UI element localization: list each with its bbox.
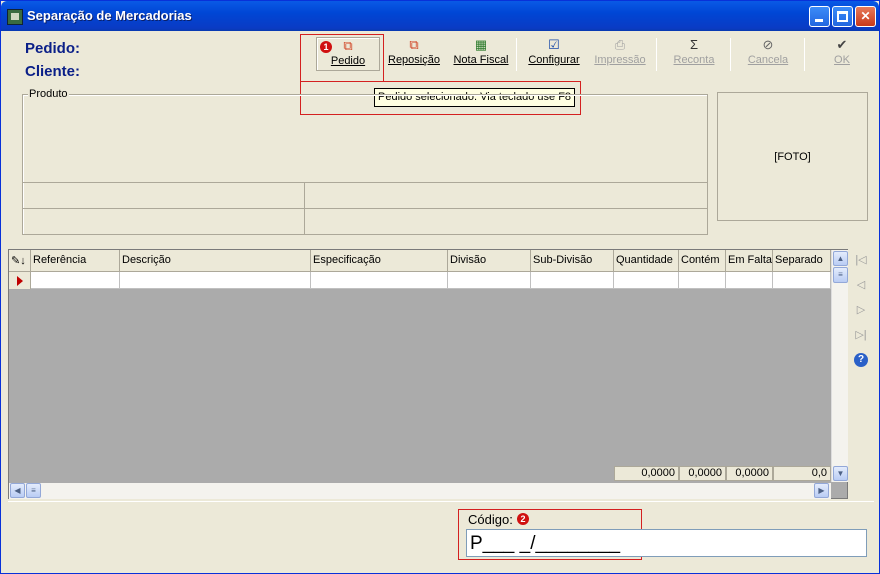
close-icon: ✕ — [860, 9, 871, 23]
nota-fiscal-button-label: Nota Fiscal — [453, 54, 509, 66]
total-contem: 0,0000 — [679, 466, 726, 481]
table-cell[interactable] — [120, 272, 311, 289]
main-window: Separação de Mercadorias ✕ Pedido: Clien… — [0, 0, 880, 574]
column-header[interactable]: Especificação — [311, 250, 448, 272]
maximize-icon — [837, 11, 848, 22]
column-header[interactable]: Descrição — [120, 250, 311, 272]
table-cell[interactable] — [773, 272, 831, 289]
minimize-button[interactable] — [809, 6, 830, 27]
help-icon[interactable]: ? — [854, 353, 868, 367]
codigo-label: Código: — [468, 512, 513, 527]
replenish-boxes-icon: ⧉ — [409, 37, 419, 52]
table-cell[interactable] — [311, 272, 448, 289]
horizontal-scrollbar[interactable]: ◀ ≡ ▶ — [9, 483, 831, 499]
divider — [304, 183, 305, 235]
reconta-button[interactable]: Σ Reconta — [666, 37, 722, 71]
reconta-button-label: Reconta — [673, 54, 715, 66]
scroll-right-icon[interactable]: ▶ — [814, 483, 829, 498]
table-cell[interactable] — [531, 272, 614, 289]
scroll-down-icon[interactable]: ▼ — [833, 466, 848, 481]
first-record-icon[interactable]: |◁ — [854, 253, 868, 267]
total-quantidade: 0,0000 — [614, 466, 679, 481]
total-separado: 0,0 — [773, 466, 831, 481]
column-header[interactable]: Em Falta — [726, 250, 773, 272]
table-cell[interactable] — [614, 272, 679, 289]
codigo-input[interactable]: P___ _/________ — [466, 529, 867, 557]
window-title: Separação de Mercadorias — [27, 8, 192, 23]
column-header[interactable]: Sub-Divisão — [531, 250, 614, 272]
column-header[interactable]: Quantidade — [614, 250, 679, 272]
table-cell[interactable] — [679, 272, 726, 289]
divider — [23, 208, 707, 209]
annotation-box-1-top — [300, 34, 384, 82]
configurar-button[interactable]: ☑ Configurar — [526, 37, 582, 71]
table-cell[interactable] — [726, 272, 773, 289]
title-bar[interactable]: Separação de Mercadorias ✕ — [1, 1, 879, 31]
cancela-button[interactable]: ⊘ Cancela — [740, 37, 796, 71]
maximize-button[interactable] — [832, 6, 853, 27]
cancel-icon: ⊘ — [762, 37, 774, 52]
ok-button-label: OK — [834, 54, 850, 66]
ok-button[interactable]: ✔ OK — [819, 37, 865, 71]
column-header[interactable]: Divisão — [448, 250, 531, 272]
photo-placeholder: [FOTO] — [774, 151, 811, 163]
toolbar-separator — [804, 38, 805, 71]
cliente-label: Cliente: — [25, 63, 81, 80]
table-cell[interactable] — [31, 272, 120, 289]
grid-header: ✎↓ Referência Descrição Especificação Di… — [9, 250, 831, 272]
items-grid[interactable]: ✎↓ Referência Descrição Especificação Di… — [8, 249, 848, 499]
column-header[interactable]: Separado — [773, 250, 831, 272]
last-record-icon[interactable]: ▷| — [854, 328, 868, 342]
photo-panel: [FOTO] — [717, 92, 868, 221]
cancela-button-label: Cancela — [747, 54, 789, 66]
toolbar-separator — [656, 38, 657, 71]
produto-groupbox — [22, 94, 708, 235]
annotation-marker-2: 2 — [517, 513, 529, 525]
hscroll-thumb[interactable]: ≡ — [26, 483, 41, 498]
impressao-button[interactable]: ⎙ Impressão — [592, 37, 648, 71]
invoice-icon: ▦ — [474, 37, 488, 52]
configurar-button-label: Configurar — [528, 54, 580, 66]
scroll-up-icon[interactable]: ▲ — [833, 251, 848, 266]
prior-record-icon[interactable]: ◁ — [854, 278, 868, 292]
minimize-icon — [815, 19, 823, 22]
toolbar-separator — [516, 38, 517, 71]
checkmark-icon: ✔ — [836, 37, 848, 52]
reposicao-button-label: Reposição — [388, 54, 440, 66]
annotation-marker-1: 1 — [320, 41, 332, 53]
pedido-label: Pedido: — [25, 40, 80, 57]
close-button[interactable]: ✕ — [855, 6, 876, 27]
produto-label: Produto — [28, 88, 69, 100]
next-record-icon[interactable]: ▷ — [854, 303, 868, 317]
divider — [8, 501, 874, 502]
app-icon — [7, 9, 23, 25]
divider — [23, 182, 707, 183]
scroll-thumb[interactable]: ≡ — [833, 267, 848, 283]
configure-icon: ☑ — [548, 37, 560, 52]
vertical-scrollbar[interactable]: ▲ ≡ ▼ — [831, 250, 848, 482]
column-header[interactable]: Referência — [31, 250, 120, 272]
nota-fiscal-button[interactable]: ▦ Nota Fiscal — [450, 37, 512, 71]
total-em-falta: 0,0000 — [726, 466, 773, 481]
reposicao-button[interactable]: ⧉ Reposição — [385, 37, 443, 71]
table-cell[interactable] — [448, 272, 531, 289]
sigma-icon: Σ — [689, 37, 699, 52]
printer-icon: ⎙ — [614, 37, 626, 52]
scroll-left-icon[interactable]: ◀ — [10, 483, 25, 498]
column-header[interactable]: Contém — [679, 250, 726, 272]
table-row[interactable] — [31, 272, 831, 289]
impressao-button-label: Impressão — [594, 54, 646, 66]
toolbar-separator — [730, 38, 731, 71]
grid-config-icon[interactable]: ✎↓ — [9, 250, 31, 272]
row-indicator-icon — [9, 272, 31, 289]
